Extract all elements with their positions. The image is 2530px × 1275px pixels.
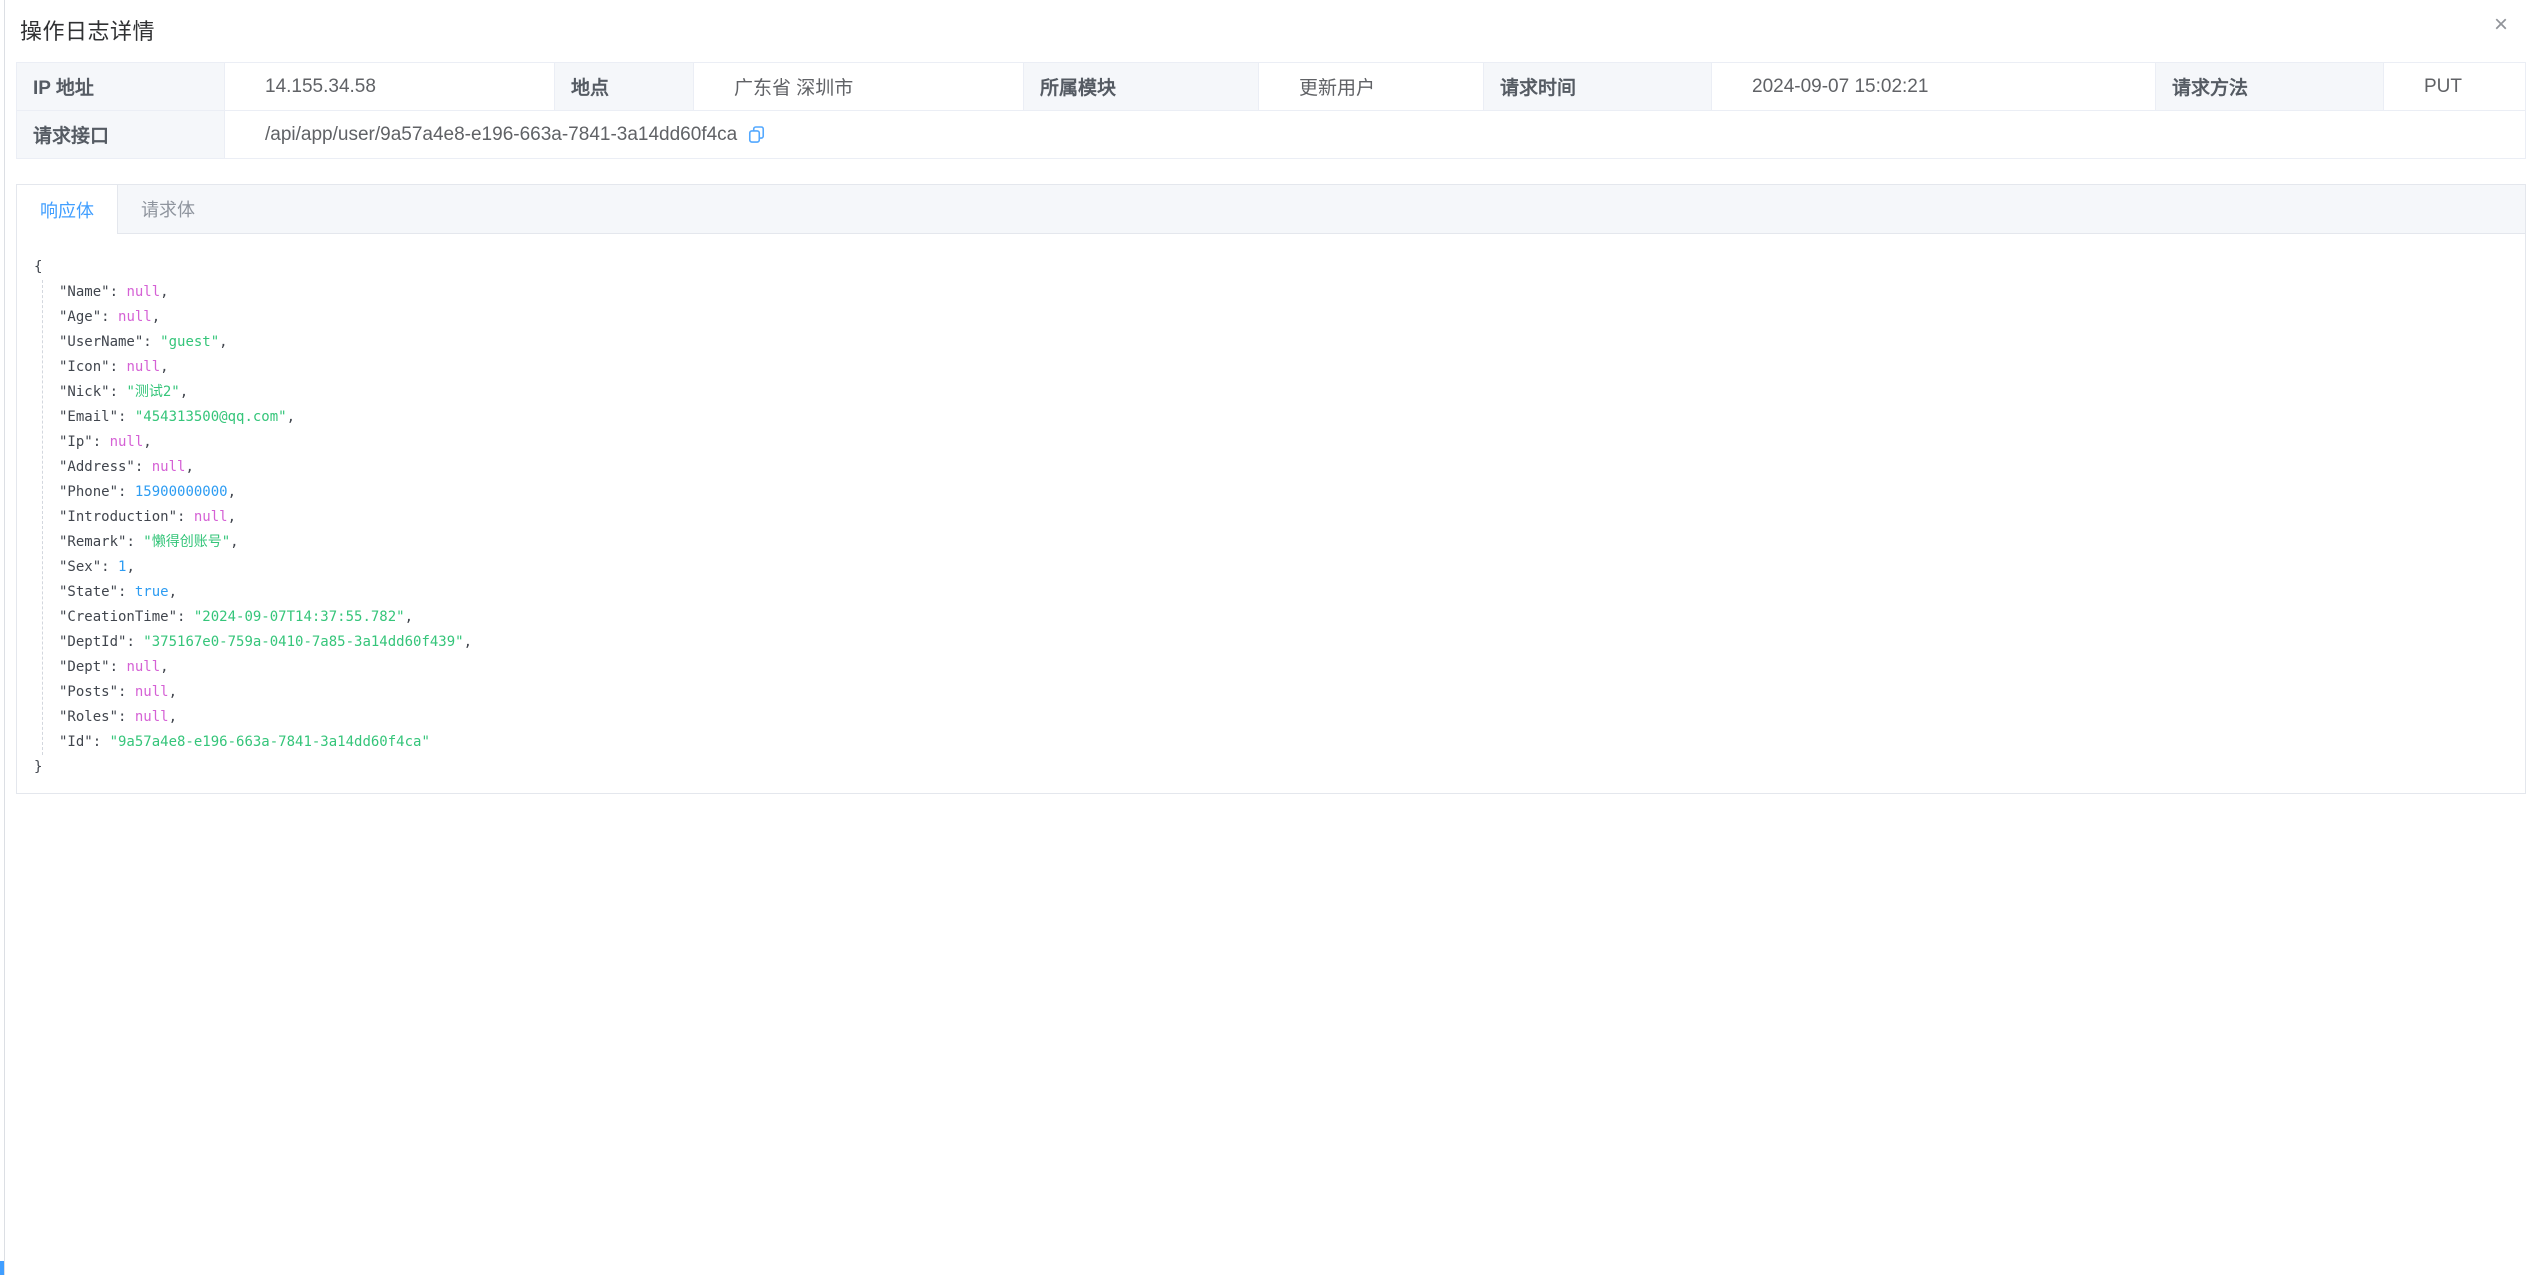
field-label-api: 请求接口 (17, 111, 225, 159)
json-line: "Age": null, (59, 305, 2509, 330)
field-value-api: /api/app/user/9a57a4e8-e196-663a-7841-3a… (225, 111, 2525, 159)
field-value-time: 2024-09-07 15:02:21 (1712, 63, 2156, 111)
tab-response-body[interactable]: 响应体 (17, 185, 118, 234)
json-close-brace: } (34, 755, 2509, 780)
json-value-string: "2024-09-07T14:37:55.782" (194, 609, 405, 625)
json-line: "Email": "454313500@qq.com", (59, 405, 2509, 430)
json-line: "Icon": null, (59, 355, 2509, 380)
json-value-null: null (135, 709, 169, 725)
json-line: "Phone": 15900000000, (59, 480, 2509, 505)
json-entries: "Name": null,"Age": null,"UserName": "gu… (42, 280, 2509, 755)
json-line: "Roles": null, (59, 705, 2509, 730)
dialog-title: 操作日志详情 (20, 19, 155, 44)
json-value-string: "454313500@qq.com" (135, 409, 287, 425)
json-line: "Ip": null, (59, 430, 2509, 455)
json-line: "Nick": "测试2", (59, 380, 2509, 405)
json-value-string: "懒得创账号" (143, 534, 230, 550)
json-line: "Id": "9a57a4e8-e196-663a-7841-3a14dd60f… (59, 730, 2509, 755)
json-value-null: null (118, 309, 152, 325)
tabs-header: 响应体 请求体 (17, 185, 2525, 234)
json-value-string: "guest" (160, 334, 219, 350)
operation-log-dialog: 操作日志详情 × IP 地址 14.155.34.58 地点 广东省 深圳市 所… (5, 0, 2530, 1275)
json-value-null: null (126, 284, 160, 300)
json-viewer: { "Name": null,"Age": null,"UserName": "… (34, 255, 2509, 780)
field-label-time: 请求时间 (1484, 63, 1712, 111)
field-label-module: 所属模块 (1024, 63, 1259, 111)
json-value-string: "测试2" (126, 384, 179, 400)
field-label-ip: IP 地址 (17, 63, 225, 111)
copy-icon[interactable] (747, 125, 766, 144)
json-line: "Dept": null, (59, 655, 2509, 680)
json-value-null: null (152, 459, 186, 475)
field-value-module: 更新用户 (1259, 63, 1484, 111)
tab-panel-response: { "Name": null,"Age": null,"UserName": "… (17, 234, 2525, 796)
json-line: "Posts": null, (59, 680, 2509, 705)
json-value-null: null (126, 659, 160, 675)
json-line: "State": true, (59, 580, 2509, 605)
backdrop-blue-artifact (0, 1261, 4, 1275)
field-label-location: 地点 (555, 63, 694, 111)
json-line: "Sex": 1, (59, 555, 2509, 580)
json-value-string: "375167e0-759a-0410-7a85-3a14dd60f439" (143, 634, 463, 650)
json-line: "Remark": "懒得创账号", (59, 530, 2509, 555)
tab-request-body[interactable]: 请求体 (118, 185, 218, 233)
log-info-table: IP 地址 14.155.34.58 地点 广东省 深圳市 所属模块 更新用户 … (16, 62, 2526, 159)
api-path-text: /api/app/user/9a57a4e8-e196-663a-7841-3a… (265, 124, 737, 146)
close-icon[interactable]: × (2486, 10, 2516, 40)
json-line: "Name": null, (59, 280, 2509, 305)
json-line: "Address": null, (59, 455, 2509, 480)
field-value-method: PUT (2384, 63, 2525, 111)
json-value-null: null (126, 359, 160, 375)
json-value-number: 15900000000 (135, 484, 228, 500)
dialog-header: 操作日志详情 × (5, 0, 2530, 52)
field-label-method: 请求方法 (2156, 63, 2384, 111)
json-open-brace: { (34, 255, 2509, 280)
json-value-null: null (135, 684, 169, 700)
field-value-ip: 14.155.34.58 (225, 63, 555, 111)
json-value-string: "9a57a4e8-e196-663a-7841-3a14dd60f4ca" (110, 734, 430, 750)
json-value-boolean: true (135, 584, 169, 600)
field-value-location: 广东省 深圳市 (694, 63, 1024, 111)
json-line: "DeptId": "375167e0-759a-0410-7a85-3a14d… (59, 630, 2509, 655)
body-tabs-card: 响应体 请求体 { "Name": null,"Age": null,"User… (16, 184, 2526, 794)
json-line: "CreationTime": "2024-09-07T14:37:55.782… (59, 605, 2509, 630)
json-line: "Introduction": null, (59, 505, 2509, 530)
json-value-null: null (194, 509, 228, 525)
json-value-null: null (110, 434, 144, 450)
json-line: "UserName": "guest", (59, 330, 2509, 355)
